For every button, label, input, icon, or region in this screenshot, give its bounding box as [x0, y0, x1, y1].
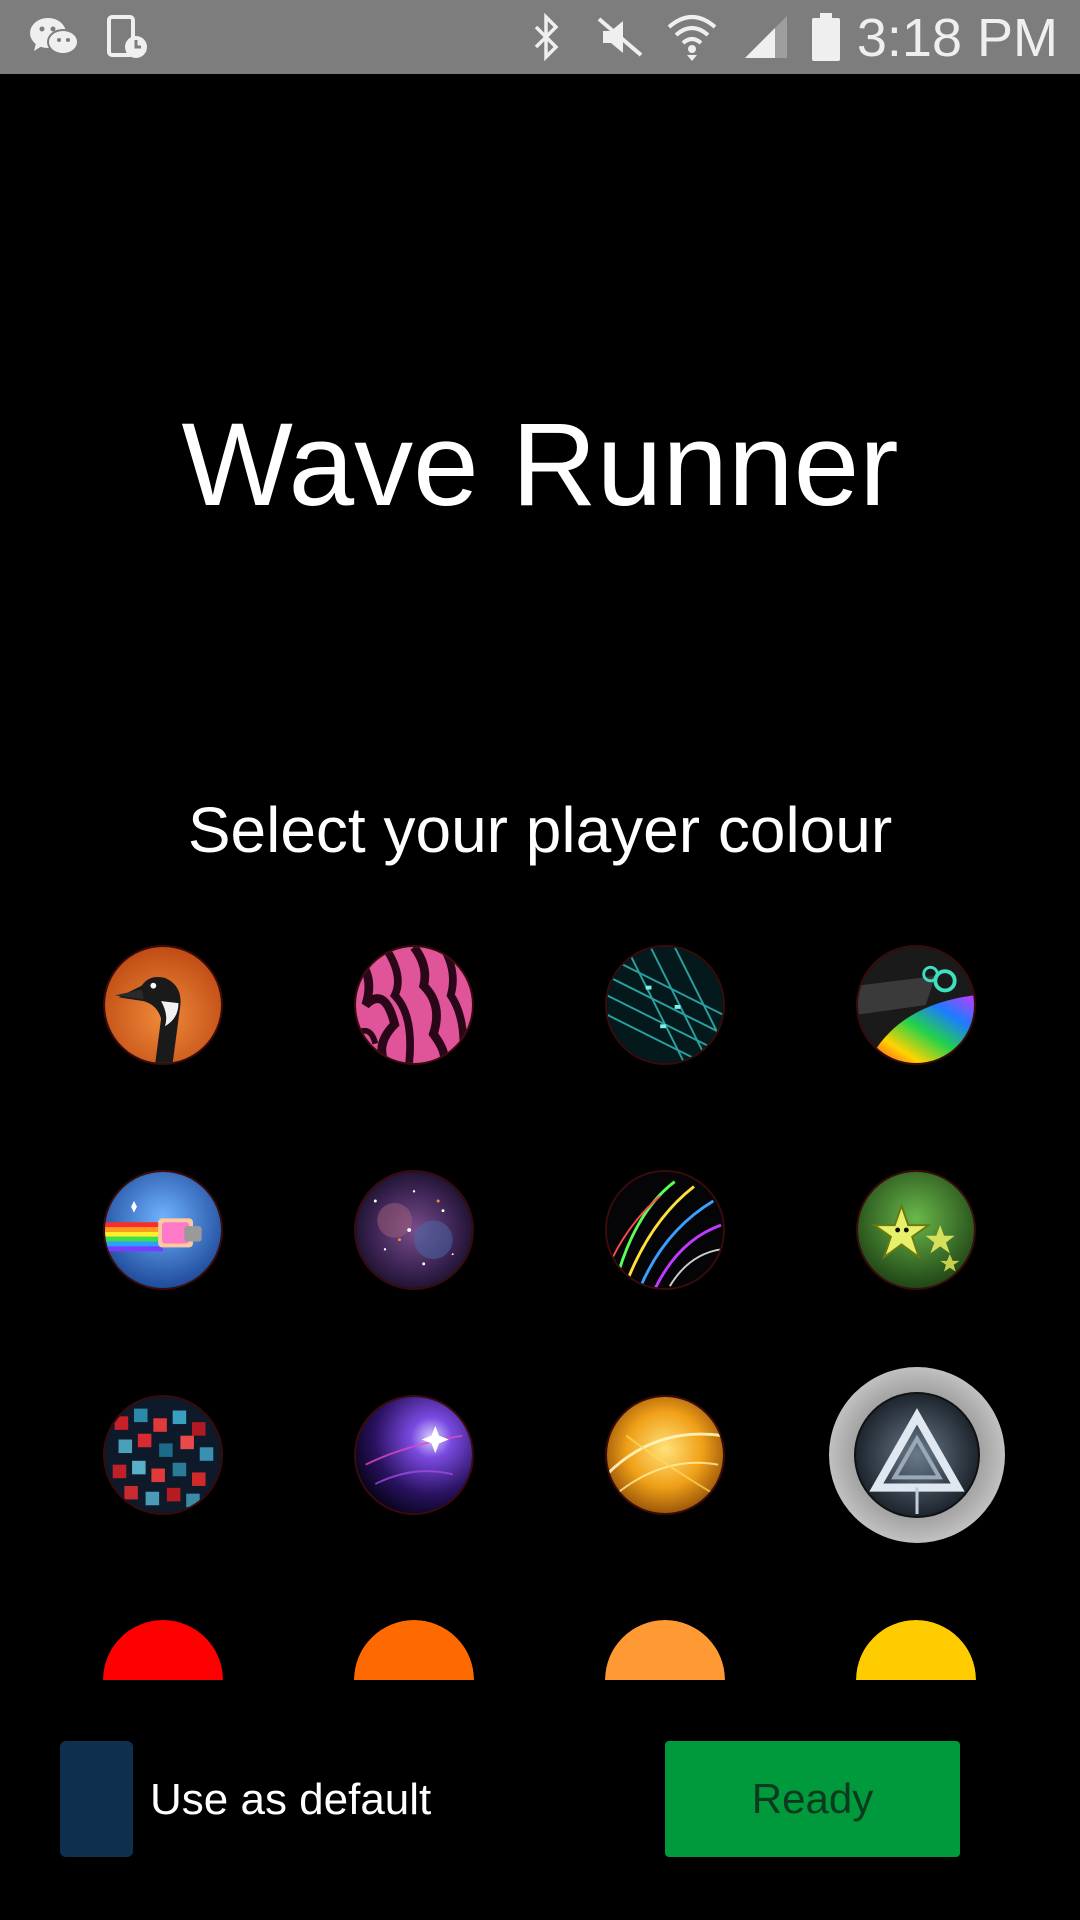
- use-as-default-checkbox[interactable]: [60, 1741, 133, 1857]
- swatch-light-orange[interactable]: [605, 1620, 725, 1680]
- ready-button[interactable]: Ready: [665, 1741, 960, 1857]
- swatch-silver-triangle[interactable]: [856, 1394, 978, 1516]
- swatch-nyan-cat[interactable]: [103, 1170, 223, 1290]
- swatch-galaxy[interactable]: [354, 1170, 474, 1290]
- swatch-orange[interactable]: [354, 1620, 474, 1680]
- use-as-default-label: Use as default: [150, 1775, 432, 1824]
- swatch-pink-zebra[interactable]: [354, 945, 474, 1065]
- swatch-goose[interactable]: [103, 945, 223, 1065]
- swatch-red[interactable]: [103, 1620, 223, 1680]
- swatch-rainbow-creature[interactable]: [856, 945, 976, 1065]
- swatch-teal-matrix[interactable]: [605, 945, 725, 1065]
- colour-grid: [0, 0, 1080, 1680]
- swatch-yellow[interactable]: [856, 1620, 976, 1680]
- swatch-red-cubes[interactable]: [103, 1395, 223, 1515]
- swatch-neon-waves[interactable]: [605, 1170, 725, 1290]
- swatch-golden-swirl[interactable]: [605, 1395, 725, 1515]
- swatch-green-stars[interactable]: [856, 1170, 976, 1290]
- swatch-purple-nebula[interactable]: [354, 1395, 474, 1515]
